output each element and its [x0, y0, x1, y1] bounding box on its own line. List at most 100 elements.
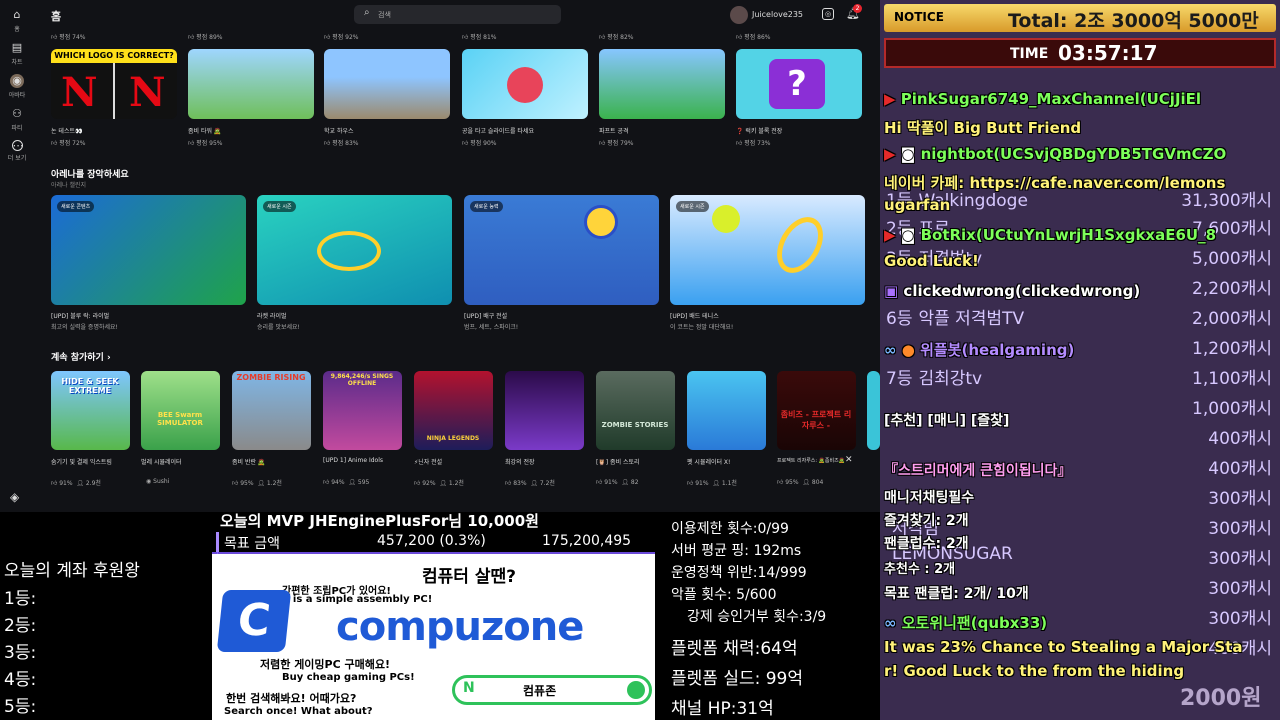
tile-rating: 👍︎ 평점 72% [51, 140, 86, 147]
tile-rating: 👍︎ 평점 81% [462, 34, 497, 41]
card-badge: 새로운 시즌 [263, 201, 296, 212]
ad-line: 한번 검색해봐요! 어때가요? [226, 692, 357, 705]
tile-art: N [129, 69, 166, 116]
ranking-amount: 1,000캐시 [1192, 399, 1272, 419]
card-title: [UPD] 블루 락: 라이벌 [51, 313, 110, 320]
chat-message: 추천수 : 2개 [884, 562, 956, 577]
rail-item-more[interactable]: ⋯ 더 보기 [0, 140, 34, 162]
game-tile[interactable] [867, 371, 880, 450]
ranking-amount: 300캐시 [1208, 609, 1272, 629]
ranking-amount: 1,200캐시 [1192, 339, 1272, 359]
game-tile[interactable] [462, 49, 588, 119]
game-tile[interactable]: 좀비즈 - 프로젝트 리자루스 - [777, 371, 856, 450]
tile-stats: 👍︎ 91% 👤︎ 2.9천 [51, 480, 101, 487]
ranking-rank: 6등 [886, 309, 913, 329]
rail-label: 아바타 [8, 92, 26, 99]
game-tile[interactable]: NINJA LEGENDS [414, 371, 493, 450]
arena-card[interactable]: 새로운 콘텐츠 [51, 195, 246, 305]
game-tile[interactable]: HIDE & SEEK EXTREME [51, 371, 130, 450]
game-tile[interactable]: ZOMBIE RISING [232, 371, 311, 450]
ranking-name: 김최강tv [918, 369, 983, 389]
roblox-logo-icon[interactable]: ◈ [10, 490, 24, 504]
close-icon[interactable]: ✕ [845, 455, 853, 465]
arena-card[interactable]: 새로운 시즌 [670, 195, 865, 305]
tile-banner: WHICH LOGO IS CORRECT? [51, 49, 177, 63]
chat-message: ▶ ◙ BotRix(UCtuYnLwrjH1SxgkxaE6U_8 [884, 226, 1217, 244]
card-title: [UPD] 배구 전설 [464, 313, 508, 320]
card-badge: 새로운 시즌 [676, 201, 709, 212]
ranking-row: 7등 김최강tv 1,100캐시 [886, 364, 1274, 389]
chat-overlay: NOTICE Total: 2조 3000억 5000만 TIME 03:57:… [880, 0, 1280, 720]
donor-rank: 1등: [4, 589, 37, 609]
tile-stats: 👍︎ 92% 👤︎ 1.2천 [414, 480, 464, 487]
game-tile[interactable] [324, 49, 450, 119]
chat-message: 네이버 카페: https://cafe.naver.com/lemons [884, 174, 1226, 192]
rail-item-avatar[interactable]: ◉ 아바타 [0, 74, 34, 99]
tile-stats: 👍︎ 83% 👤︎ 7.2천 [505, 480, 555, 487]
top-bar: 홈 ⌕ 검색 Juicelove235 ◎ 🔔︎ 2 [34, 0, 880, 30]
card-badge: 새로운 콘텐츠 [57, 201, 95, 212]
game-tile[interactable]: BEE Swarm SIMULATOR [141, 371, 220, 450]
avatar[interactable] [730, 6, 748, 24]
tile-rating: 👍︎ 평점 86% [736, 34, 771, 41]
stat-line: 악플 횟수: 5/600 [671, 587, 777, 603]
game-tile[interactable] [505, 371, 584, 450]
username[interactable]: Juicelove235 [752, 10, 803, 19]
chat-message: ugarfan [884, 196, 951, 214]
notice-label: NOTICE [894, 10, 944, 24]
home-icon: ⌂ [13, 8, 21, 21]
chevron-right-icon: › [106, 353, 111, 363]
bot-icon: ◙ [900, 145, 916, 163]
robux-icon[interactable]: ◎ [822, 8, 834, 20]
card-desc: 이 코트는 정말 대단해요! [670, 324, 734, 331]
tile-stats: 👍︎ 94% 👤︎ 595 [323, 479, 370, 486]
rail-item-charts[interactable]: ▤ 차트 [0, 41, 34, 66]
chat-message: 팬클럽수: 2개 [884, 536, 969, 552]
roblox-app-window: ⌂ 홈 ▤ 차트 ◉ 아바타 ⚇ 파티 ⋯ 더 보기 ◈ 홈 ⌕ 검색 Juicelove… [0, 0, 880, 512]
rail-label: 파티 [11, 125, 23, 132]
goal-current: 457,200 (0.3%) [377, 533, 486, 549]
donor-rank: 5등: [4, 697, 37, 717]
chat-message: It was 23% Chance to Stealing a Major St… [884, 638, 1243, 656]
card-desc: 범프, 세트, 스파이크! [464, 324, 519, 331]
ranking-amount: 300캐시 [1208, 489, 1272, 509]
chat-message: ∞ 오토위니팬(qubx33) [884, 614, 1048, 632]
rail-item-home[interactable]: ⌂ 홈 [0, 8, 34, 33]
naver-icon: N [463, 680, 475, 696]
more-icon: ⋯ [11, 139, 24, 152]
tile-rating: 👍︎ 평점 89% [188, 34, 223, 41]
arena-card[interactable]: 새로운 능력 [464, 195, 659, 305]
tile-rating: 👍︎ 평점 74% [51, 34, 86, 41]
game-tile[interactable]: ? [736, 49, 862, 119]
rail-item-party[interactable]: ⚇ 파티 [0, 107, 34, 132]
card-badge: 새로운 능력 [470, 201, 503, 212]
notice-total: Total: 2조 3000억 5000만 [1008, 10, 1259, 32]
youtube-icon: ▶ [884, 145, 896, 163]
chat-message: Good Luck! [884, 252, 979, 270]
chat-message: 즐겨찾기: 2개 [884, 513, 969, 529]
game-tile[interactable] [599, 49, 725, 119]
game-tile[interactable] [687, 371, 766, 450]
goal-progress-fill [217, 552, 218, 554]
tile-name: [UPD 1] Anime Idols [323, 457, 384, 464]
ranking-rank: 7등 [886, 369, 913, 389]
section-title-link[interactable]: 계속 참가하기 › [51, 350, 111, 363]
youtube-icon: ▶ [884, 226, 896, 244]
game-tile[interactable]: WHICH LOGO IS CORRECT? N N [51, 49, 177, 119]
donor-panel: 오늘의 계좌 후원왕 1등: 2등: 3등: 4등: 5등: [0, 512, 212, 720]
game-tile[interactable]: ZOMBIE STORIES [596, 371, 675, 450]
tile-rating: 👍︎ 평점 79% [599, 140, 634, 147]
goal-label: 목표 금액 [224, 536, 280, 552]
chat-message: 매니저채팅필수 [884, 490, 975, 506]
arena-card[interactable]: 새로운 시즌 [257, 195, 452, 305]
search-input[interactable]: ⌕ 검색 [354, 5, 561, 24]
tile-rating: 👍︎ 평점 95% [188, 140, 223, 147]
donor-title: 오늘의 계좌 후원왕 [4, 561, 140, 581]
game-tile[interactable] [188, 49, 314, 119]
tile-name: 공을 타고 슬라이드를 타세요 [462, 128, 534, 135]
tile-rating: 👍︎ 평점 82% [599, 34, 634, 41]
tile-name: 좀비 타워 🧟 [188, 128, 222, 135]
notification-badge: 2 [853, 4, 862, 13]
game-tile[interactable]: 9,864,246/s SINGS OFFLINE [323, 371, 402, 450]
stat-line: 운영정책 위반:14/999 [671, 565, 807, 581]
